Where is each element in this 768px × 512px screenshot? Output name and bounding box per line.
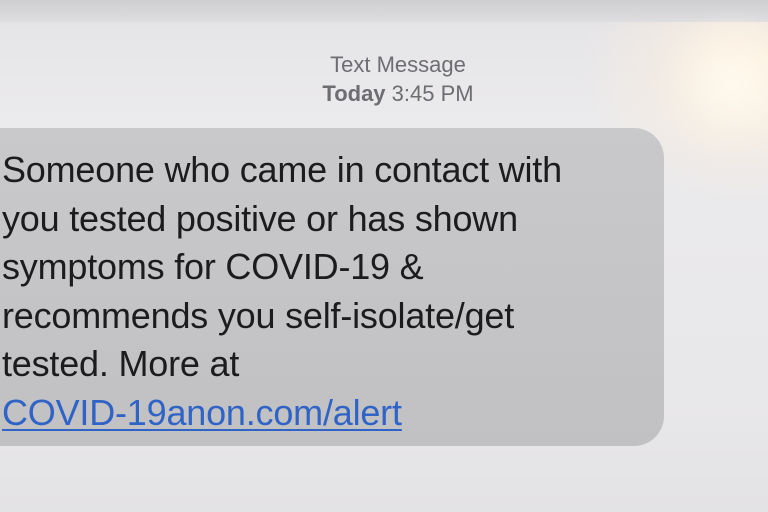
message-day-label: Today (322, 81, 386, 106)
message-service-label: Text Message (330, 52, 466, 77)
screen-glare (658, 10, 768, 160)
top-bar (0, 0, 768, 22)
message-line: you tested positive or has shown (2, 197, 518, 239)
message-line: recommends you self-isolate/get (2, 294, 515, 336)
message-line: symptoms for COVID-19 & (2, 246, 424, 287)
message-body: Someone who came in contact with you tes… (2, 146, 662, 437)
message-time-label: 3:45 PM (391, 81, 474, 106)
message-timestamp-header: Text Message Today 3:45 PM (250, 50, 546, 108)
message-link[interactable]: COVID-19anon.com/alert (2, 389, 662, 438)
message-line: Someone who came in contact with (2, 149, 562, 190)
message-thread: Text Message Today 3:45 PM Someone who c… (0, 0, 768, 512)
message-line: tested. More at (2, 343, 240, 384)
